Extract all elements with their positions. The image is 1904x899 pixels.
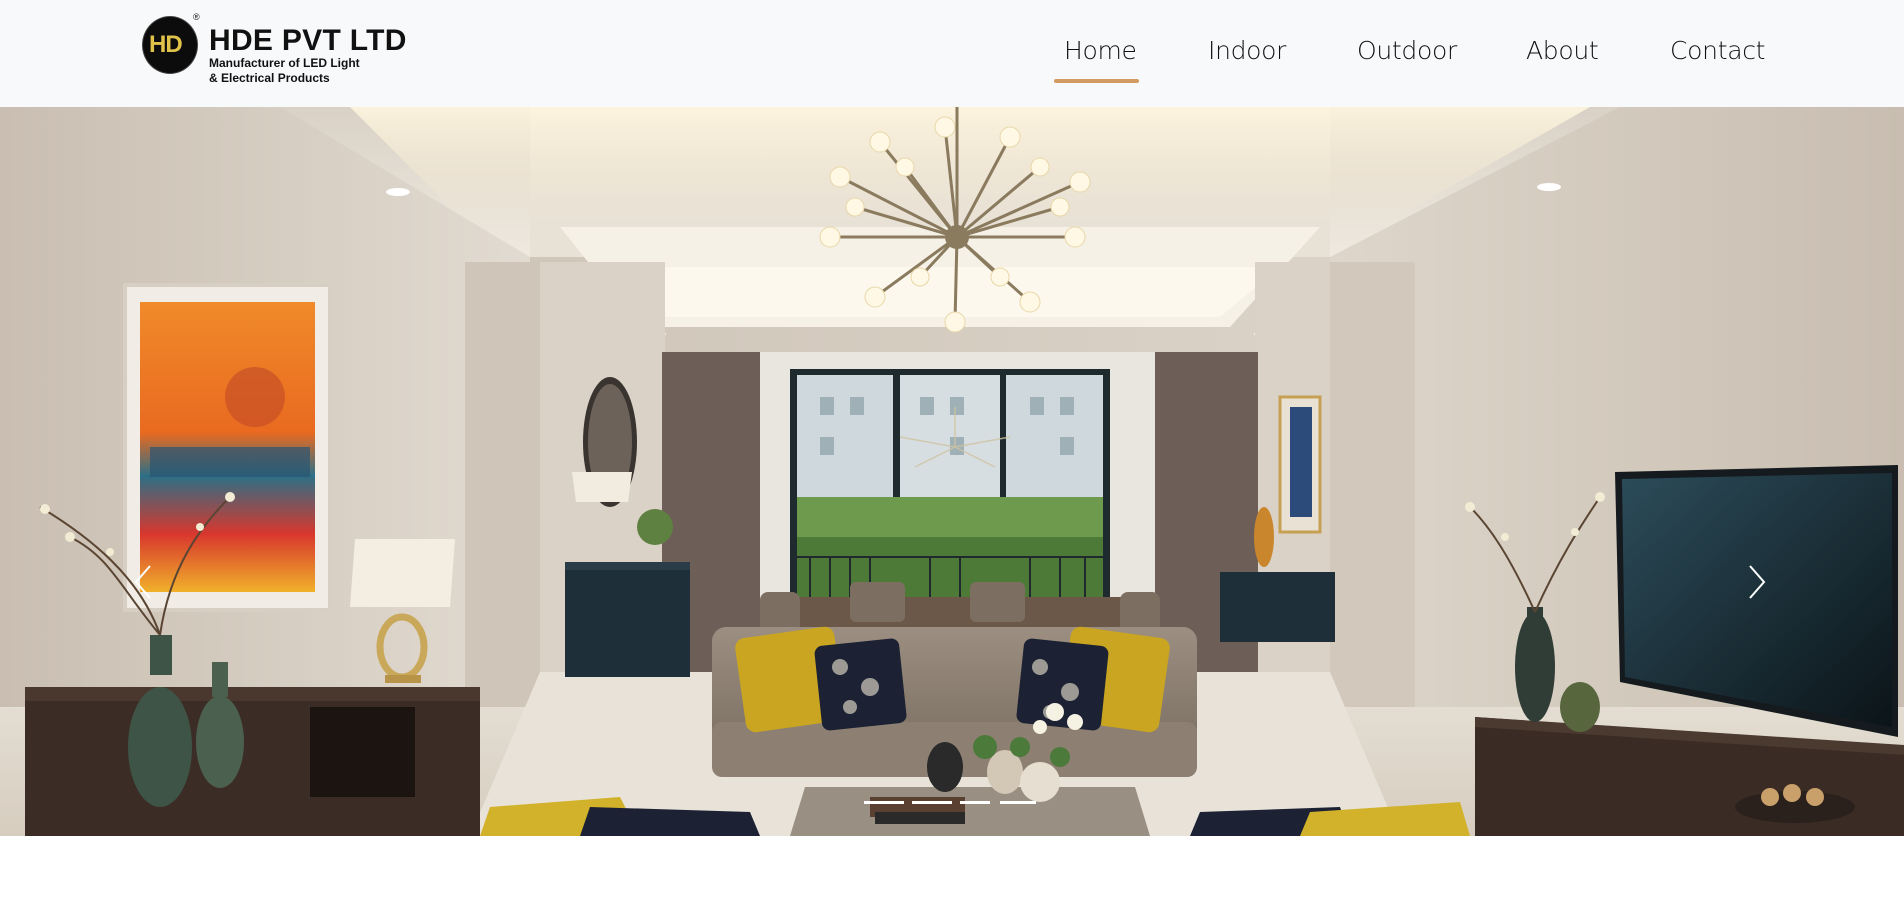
- nav-item-home[interactable]: Home: [1064, 36, 1137, 65]
- brand-logo[interactable]: HD ® HDE PVT LTD Manufacturer of LED Lig…: [143, 12, 407, 86]
- nav-item-outdoor[interactable]: Outdoor: [1357, 36, 1457, 65]
- carousel-indicator[interactable]: [864, 801, 904, 804]
- tagline-line-2: & Electrical Products: [209, 71, 330, 85]
- chevron-left-icon: [134, 565, 151, 599]
- carousel-next-button[interactable]: [1742, 562, 1772, 602]
- site-header: HD ® HDE PVT LTD Manufacturer of LED Lig…: [0, 0, 1904, 107]
- carousel-indicator[interactable]: [912, 801, 952, 804]
- carousel-indicator[interactable]: [1000, 801, 1036, 804]
- active-nav-indicator: [1054, 79, 1139, 83]
- nav-item-about[interactable]: About: [1526, 36, 1599, 65]
- tagline-line-1: Manufacturer of LED Light: [209, 56, 360, 70]
- carousel-indicator[interactable]: [960, 801, 990, 804]
- nav-item-contact[interactable]: Contact: [1670, 36, 1765, 65]
- nav-item-indoor[interactable]: Indoor: [1208, 36, 1286, 65]
- logo-letters: HD: [149, 31, 183, 58]
- hero-slide-image: [0, 107, 1904, 836]
- hero-carousel[interactable]: [0, 107, 1904, 836]
- carousel-indicators: [0, 801, 1904, 807]
- registered-mark: ®: [193, 12, 200, 22]
- logo-emblem-icon: HD ®: [143, 12, 200, 76]
- chevron-right-icon: [1749, 565, 1766, 599]
- carousel-prev-button[interactable]: [128, 562, 158, 602]
- company-name: HDE PVT LTD: [209, 24, 407, 57]
